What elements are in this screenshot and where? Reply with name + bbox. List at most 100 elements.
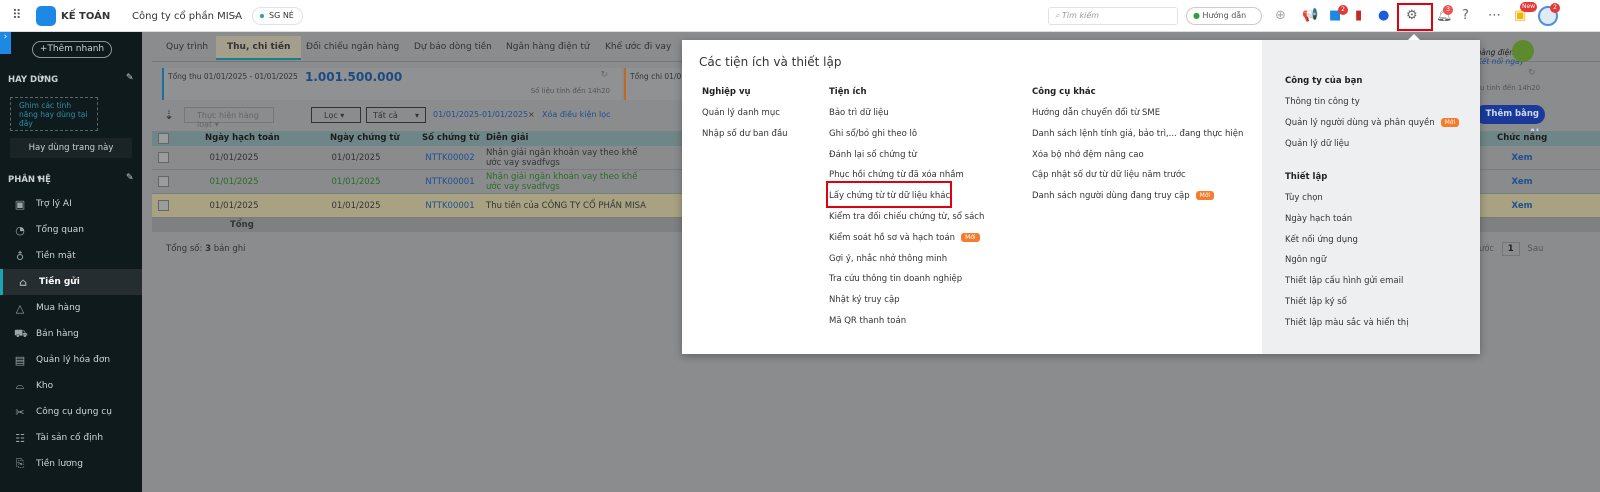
menu-item[interactable]: Danh sách người dùng đang truy cập Mới xyxy=(1032,191,1215,201)
caret-down-icon[interactable]: ▾ xyxy=(37,174,42,184)
sidebar-item[interactable]: ▤ Quản lý hóa đơn xyxy=(0,347,142,373)
quick-add-button[interactable]: +Thêm nhanh xyxy=(32,41,112,58)
mobile-icon[interactable]: ▮ xyxy=(1355,8,1362,23)
menu-item[interactable]: Bảo trì dữ liệu xyxy=(829,108,889,118)
edit-icon[interactable]: ✎ xyxy=(126,173,134,183)
sidebar-item[interactable]: ⌓ Kho xyxy=(0,373,142,399)
menu-item[interactable]: Hướng dẫn chuyển đổi từ SME xyxy=(1032,108,1160,118)
refresh-icon[interactable]: ↻ xyxy=(1528,68,1536,78)
tab-loan-contracts[interactable]: Khế ước đi vay xyxy=(605,42,671,52)
branch-badge[interactable]: SG NÉ xyxy=(252,7,303,25)
use-page-button[interactable]: Hay dùng trang này xyxy=(10,138,132,158)
menu-item[interactable]: Cập nhật số dư từ dữ liệu năm trước xyxy=(1032,170,1186,180)
menu-item[interactable]: Kiểm soát hồ sơ và hạch toán Mới xyxy=(829,232,980,243)
doc-no-link[interactable]: NTTK00001 xyxy=(416,177,484,187)
col-description[interactable]: Diễn giải xyxy=(486,131,528,146)
chevron-down-icon[interactable]: ⌄ xyxy=(232,10,240,20)
tab-process[interactable]: Quy trình xyxy=(166,42,208,52)
menu-item[interactable]: Mã QR thanh toán xyxy=(829,316,906,326)
idea-icon[interactable] xyxy=(1512,40,1534,62)
menu-item[interactable]: Thông tin công ty xyxy=(1285,97,1360,107)
edit-icon[interactable]: ✎ xyxy=(126,73,134,83)
menu-item[interactable]: Nhập số dư ban đầu xyxy=(702,129,788,139)
menu-item[interactable]: Thiết lập màu sắc và hiển thị xyxy=(1285,318,1409,328)
menu-item-label: Mã QR thanh toán xyxy=(829,316,907,326)
sidebar-item[interactable]: ⌂ Tiền gửi xyxy=(0,269,142,295)
sidebar-item[interactable]: ▣ Trợ lý AI xyxy=(0,191,142,217)
menu-item[interactable]: Quản lý người dùng và phân quyền Mới xyxy=(1285,117,1460,128)
menu-item[interactable]: Gợi ý, nhắc nhở thông minh xyxy=(829,254,947,264)
view-link[interactable]: Xem xyxy=(1482,177,1562,187)
expand-sidebar-toggle[interactable]: › xyxy=(0,32,11,54)
caret-down-icon[interactable]: ▾ xyxy=(40,74,45,84)
row-checkbox[interactable] xyxy=(158,200,169,211)
tab-bank-reconciliation[interactable]: Đối chiếu ngân hàng xyxy=(306,42,399,52)
guide-button[interactable]: ● Hướng dẫn xyxy=(1186,7,1262,25)
doc-no-link[interactable]: NTTK00002 xyxy=(416,153,484,163)
updated-time-right: u tính đến 14h20 xyxy=(1480,84,1541,92)
page-number[interactable]: 1 xyxy=(1501,242,1520,256)
col-posting-date[interactable]: Ngày hạch toán xyxy=(205,131,280,146)
sidebar-item[interactable]: ☷ Tài sản cố định xyxy=(0,425,142,451)
doc-no-link[interactable]: NTTK00001 xyxy=(416,201,484,211)
sort-icon[interactable]: ⇣ xyxy=(164,108,174,122)
description: Nhận giải ngân khoản vay theo khế ước va… xyxy=(486,172,638,192)
sidebar-item[interactable]: ♁ Tiền mặt xyxy=(0,243,142,269)
highlight-box xyxy=(1397,3,1433,31)
row-checkbox[interactable] xyxy=(158,152,169,163)
download-icon[interactable]: ⊕ xyxy=(1275,8,1286,23)
view-link[interactable]: Xem xyxy=(1482,201,1562,211)
menu-item[interactable]: Nhật ký truy cập xyxy=(829,295,900,305)
megaphone-icon[interactable]: 📢 xyxy=(1302,8,1318,23)
col-doc-date[interactable]: Ngày chứng từ xyxy=(330,131,400,146)
chat-icon[interactable]: ● xyxy=(1378,8,1389,23)
remove-filter-icon[interactable]: × xyxy=(528,110,535,119)
menu-item[interactable]: Ghi sổ/bỏ ghi theo lô xyxy=(829,129,917,139)
menu-item[interactable]: Ngày hạch toán xyxy=(1285,214,1352,224)
batch-action-select[interactable]: Thực hiện hàng loạt ▾ xyxy=(184,107,274,129)
filter-button[interactable]: Lọc ▾ xyxy=(311,107,361,123)
menu-item-label: Phục hồi chứng từ đã xóa nhầm xyxy=(829,170,964,181)
select-all-checkbox[interactable] xyxy=(158,133,169,144)
menu-item[interactable]: Quản lý danh mục xyxy=(702,108,780,118)
app-grid-icon[interactable]: ⠿ xyxy=(12,8,22,23)
tools-icon: ✂ xyxy=(15,405,25,419)
company-selector[interactable]: Công ty cổ phần MISA xyxy=(132,11,242,22)
sidebar-item[interactable]: △ Mua hàng xyxy=(0,295,142,321)
menu-item[interactable]: Phục hồi chứng từ đã xóa nhầm xyxy=(829,170,964,180)
menu-item[interactable]: Đánh lại số chứng từ xyxy=(829,150,917,160)
refresh-icon[interactable]: ↻ xyxy=(600,70,608,80)
menu-item[interactable]: Thiết lập cấu hình gửi email xyxy=(1285,276,1403,286)
tab-cashflow-forecast[interactable]: Dự báo dòng tiền xyxy=(414,42,492,52)
menu-item[interactable]: Thiết lập ký số xyxy=(1285,297,1347,307)
tab-e-banking[interactable]: Ngân hàng điện tử xyxy=(506,42,590,52)
menu-item[interactable]: Kết nối ứng dụng xyxy=(1285,235,1358,245)
more-icon[interactable]: ⋯ xyxy=(1488,8,1501,23)
sidebar-item[interactable]: ✂ Công cụ dụng cụ xyxy=(0,399,142,425)
sidebar-item[interactable]: ⛟ Bán hàng xyxy=(0,321,142,347)
posting-date: 01/01/2025 xyxy=(209,177,259,187)
add-with-ai-button[interactable]: Thêm bằng AI xyxy=(1475,105,1545,138)
view-link[interactable]: Xem xyxy=(1482,153,1562,163)
sidebar: › +Thêm nhanh HAY DÙNG ▾ ✎ Ghim các tính… xyxy=(0,32,142,492)
clear-filter-link[interactable]: Xóa điều kiện lọc xyxy=(542,110,611,119)
sidebar-item[interactable]: ◔ Tổng quan xyxy=(0,217,142,243)
col-doc-no[interactable]: Số chứng từ xyxy=(422,131,479,146)
menu-item[interactable]: Quản lý dữ liệu xyxy=(1285,139,1349,149)
all-select[interactable]: Tất cả ▾ xyxy=(366,107,426,123)
menu-item-label: Hướng dẫn chuyển đổi từ SME xyxy=(1032,108,1161,118)
expense-summary-card: Tổng chi 01/01 xyxy=(624,68,686,100)
menu-item[interactable]: Tùy chọn xyxy=(1285,193,1323,203)
menu-item[interactable]: Ngôn ngữ xyxy=(1285,255,1326,265)
menu-item[interactable]: Kiểm tra đối chiếu chứng từ, sổ sách xyxy=(829,212,984,222)
search-input[interactable]: ⌕ Tìm kiếm xyxy=(1048,7,1178,25)
help-icon[interactable]: ? xyxy=(1462,8,1469,23)
play-icon: ● xyxy=(1193,11,1200,20)
sidebar-item[interactable]: ⎘ Tiền lương xyxy=(0,451,142,477)
menu-item[interactable]: Danh sách lệnh tính giá, bảo trì,... đan… xyxy=(1032,129,1243,139)
menu-item[interactable]: Tra cứu thông tin doanh nghiệp xyxy=(829,274,962,284)
menu-item[interactable]: Xóa bộ nhớ đệm nâng cao xyxy=(1032,150,1144,160)
next-page[interactable]: Sau xyxy=(1527,244,1543,254)
row-checkbox[interactable] xyxy=(158,176,169,187)
tab-receipts-payments[interactable]: Thu, chi tiền xyxy=(216,36,302,60)
